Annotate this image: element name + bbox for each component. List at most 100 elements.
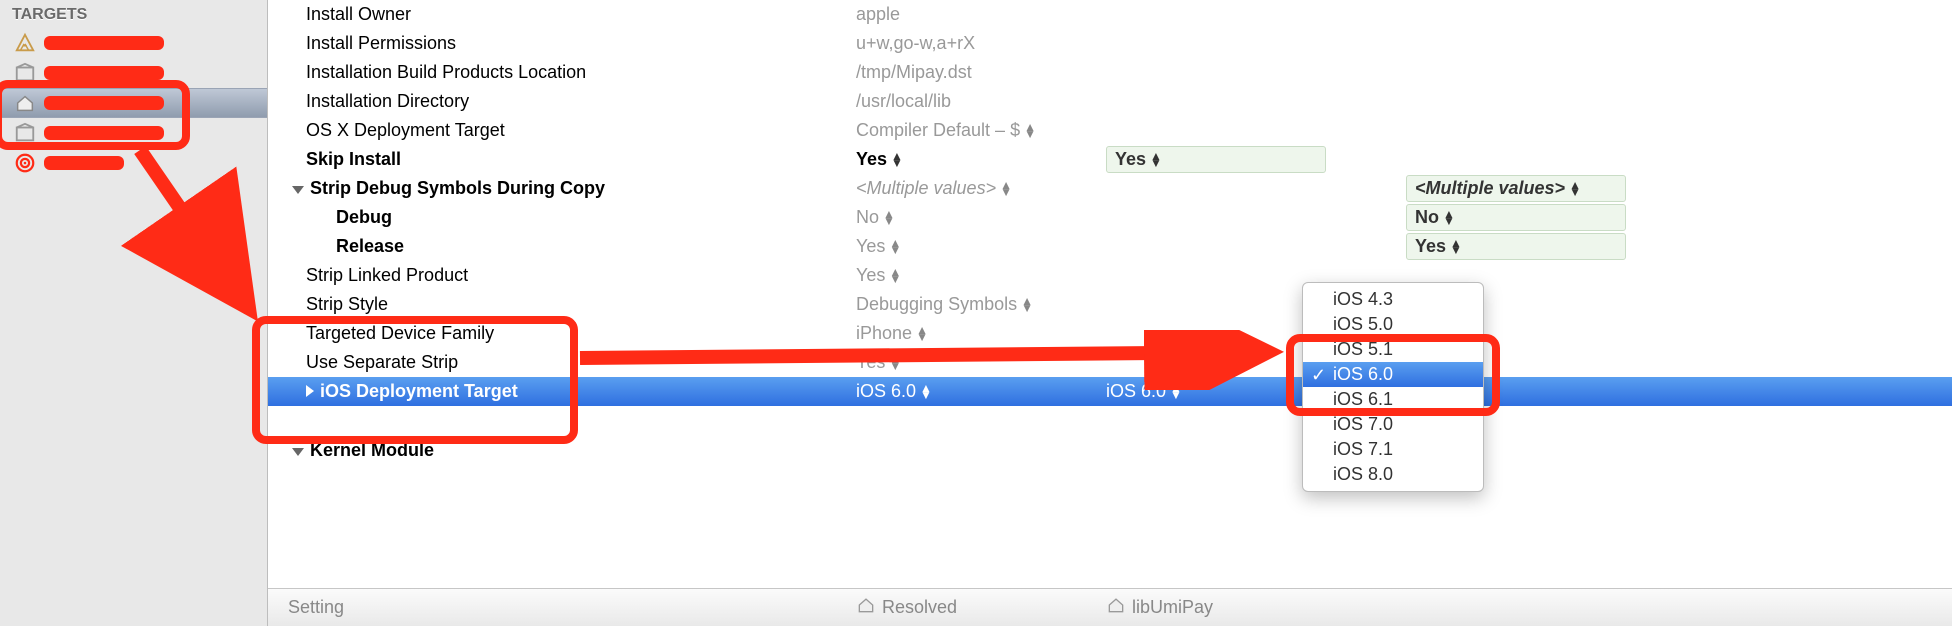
target-row[interactable] <box>14 148 267 178</box>
target-row[interactable] <box>14 118 267 148</box>
section-label: Kernel Module <box>288 440 856 461</box>
setting-label: Install Permissions <box>288 33 856 54</box>
target-value-box[interactable]: Yes▲▼ <box>1406 233 1626 260</box>
bundle-icon <box>856 595 876 620</box>
popup-item[interactable]: iOS 7.0 <box>1303 412 1483 437</box>
setting-use-separate-strip[interactable]: Use Separate Strip Yes▲▼ <box>268 348 1952 377</box>
popup-item[interactable]: iOS 6.1 <box>1303 387 1483 412</box>
setting-label: Install Owner <box>288 4 856 25</box>
setting-label: Installation Directory <box>288 91 856 112</box>
setting-value[interactable]: iOS 6.0▲▼ <box>856 381 1106 402</box>
redacted-text <box>44 66 164 80</box>
setting-strip-debug[interactable]: Debug No▲▼ No▲▼ <box>268 203 1952 232</box>
setting-value[interactable]: Debugging Symbols▲▼ <box>856 294 1106 315</box>
setting-installation-directory[interactable]: Installation Directory /usr/local/lib <box>268 87 1952 116</box>
setting-label: iOS Deployment Target <box>288 381 856 402</box>
disclosure-triangle-icon[interactable] <box>292 186 304 194</box>
stepper-icon: ▲▼ <box>916 327 928 341</box>
target-value: No <box>1415 207 1439 228</box>
setting-label: Release <box>288 236 856 257</box>
setting-strip-linked-product[interactable]: Strip Linked Product Yes▲▼ <box>268 261 1952 290</box>
setting-strip-style[interactable]: Strip Style Debugging Symbols▲▼ <box>268 290 1952 319</box>
stepper-icon: ▲▼ <box>1443 211 1455 225</box>
setting-value: u+w,go-w,a+rX <box>856 33 1106 54</box>
setting-value[interactable]: No▲▼ <box>856 207 1106 228</box>
stepper-icon: ▲▼ <box>1170 385 1182 399</box>
target-row-selected[interactable] <box>0 88 267 118</box>
setting-label: OS X Deployment Target <box>288 120 856 141</box>
setting-value[interactable]: Yes▲▼ <box>856 236 1106 257</box>
popup-item[interactable]: iOS 5.0 <box>1303 312 1483 337</box>
setting-value[interactable]: Yes▲▼ <box>856 352 1106 373</box>
setting-strip-debug-symbols[interactable]: Strip Debug Symbols During Copy <Multipl… <box>268 174 1952 203</box>
setting-value[interactable]: <Multiple values>▲▼ <box>856 178 1106 199</box>
setting-label: Strip Style <box>288 294 856 315</box>
aggregate-target-icon <box>14 152 36 174</box>
setting-value[interactable]: Yes▲▼ <box>856 265 1106 286</box>
setting-label: Installation Build Products Location <box>288 62 856 83</box>
setting-value[interactable]: Compiler Default – $▲▼ <box>856 120 1106 141</box>
stepper-icon: ▲▼ <box>1021 298 1033 312</box>
setting-targeted-device-family[interactable]: Targeted Device Family iPhone▲▼ <box>268 319 1952 348</box>
redacted-text <box>44 96 164 110</box>
target-row[interactable] <box>14 58 267 88</box>
bundle-icon <box>1106 595 1126 620</box>
popup-item[interactable]: iOS 7.1 <box>1303 437 1483 462</box>
setting-value[interactable]: iPhone▲▼ <box>856 323 1106 344</box>
framework-icon <box>14 122 36 144</box>
setting-ios-deployment-target[interactable]: iOS Deployment Target iOS 6.0▲▼ iOS 6.0▲… <box>268 377 1952 406</box>
setting-label: Skip Install <box>288 149 856 170</box>
setting-value: /usr/local/lib <box>856 91 1106 112</box>
target-value: Yes <box>1415 236 1446 257</box>
setting-osx-deployment-target[interactable]: OS X Deployment Target Compiler Default … <box>268 116 1952 145</box>
setting-label: Strip Linked Product <box>288 265 856 286</box>
target-value-box[interactable]: <Multiple values> ▲▼ <box>1406 175 1626 202</box>
popup-item-selected[interactable]: ✓iOS 6.0 <box>1303 362 1483 387</box>
target-value: <Multiple values> <box>1415 178 1565 199</box>
stepper-icon: ▲▼ <box>1150 153 1162 167</box>
footer-resolved-label: Resolved <box>882 597 957 618</box>
framework-icon <box>14 62 36 84</box>
setting-install-permissions[interactable]: Install Permissions u+w,go-w,a+rX <box>268 29 1952 58</box>
setting-label: Use Separate Strip <box>288 352 856 373</box>
setting-value[interactable]: Yes▲▼ <box>856 149 1106 170</box>
stepper-icon: ▲▼ <box>889 356 901 370</box>
redacted-text <box>44 36 164 50</box>
stepper-icon: ▲▼ <box>889 240 901 254</box>
stepper-icon: ▲▼ <box>891 153 903 167</box>
setting-value: apple <box>856 4 1106 25</box>
stepper-icon: ▲▼ <box>1569 182 1581 196</box>
sidebar: TARGETS <box>0 0 268 626</box>
bundle-icon <box>14 92 36 114</box>
section-kernel-module[interactable]: Kernel Module <box>268 436 1952 465</box>
redacted-text <box>44 156 124 170</box>
footer-resolved: Resolved <box>856 595 1106 620</box>
sidebar-header: TARGETS <box>0 0 267 28</box>
popup-item[interactable]: iOS 4.3 <box>1303 287 1483 312</box>
build-settings: Install Owner apple Install Permissions … <box>268 0 1952 626</box>
target-value-box[interactable]: No ▲▼ <box>1406 204 1626 231</box>
target-row[interactable] <box>14 28 267 58</box>
footer-target-label: libUmiPay <box>1132 597 1213 618</box>
setting-skip-install[interactable]: Skip Install Yes▲▼ Yes▲▼ <box>268 145 1952 174</box>
stepper-icon: ▲▼ <box>1024 124 1036 138</box>
deployment-target-popup[interactable]: iOS 4.3 iOS 5.0 iOS 5.1 ✓iOS 6.0 iOS 6.1… <box>1302 282 1484 492</box>
setting-label: Targeted Device Family <box>288 323 856 344</box>
disclosure-triangle-icon[interactable] <box>292 448 304 456</box>
settings-footer: Setting Resolved libUmiPay <box>268 588 1952 626</box>
popup-item[interactable]: iOS 8.0 <box>1303 462 1483 487</box>
stepper-icon: ▲▼ <box>1000 182 1012 196</box>
footer-target: libUmiPay <box>1106 595 1406 620</box>
disclosure-triangle-icon[interactable] <box>306 385 314 397</box>
target-value-box[interactable]: Yes ▲▼ <box>1106 146 1326 173</box>
app-icon <box>14 32 36 54</box>
targets-list <box>0 28 267 178</box>
setting-install-build-products[interactable]: Installation Build Products Location /tm… <box>268 58 1952 87</box>
setting-install-owner[interactable]: Install Owner apple <box>268 0 1952 29</box>
popup-item[interactable]: iOS 5.1 <box>1303 337 1483 362</box>
setting-strip-release[interactable]: Release Yes▲▼ Yes▲▼ <box>268 232 1952 261</box>
target-value: Yes <box>1115 149 1146 170</box>
setting-value: /tmp/Mipay.dst <box>856 62 1106 83</box>
stepper-icon: ▲▼ <box>889 269 901 283</box>
setting-label: Debug <box>288 207 856 228</box>
